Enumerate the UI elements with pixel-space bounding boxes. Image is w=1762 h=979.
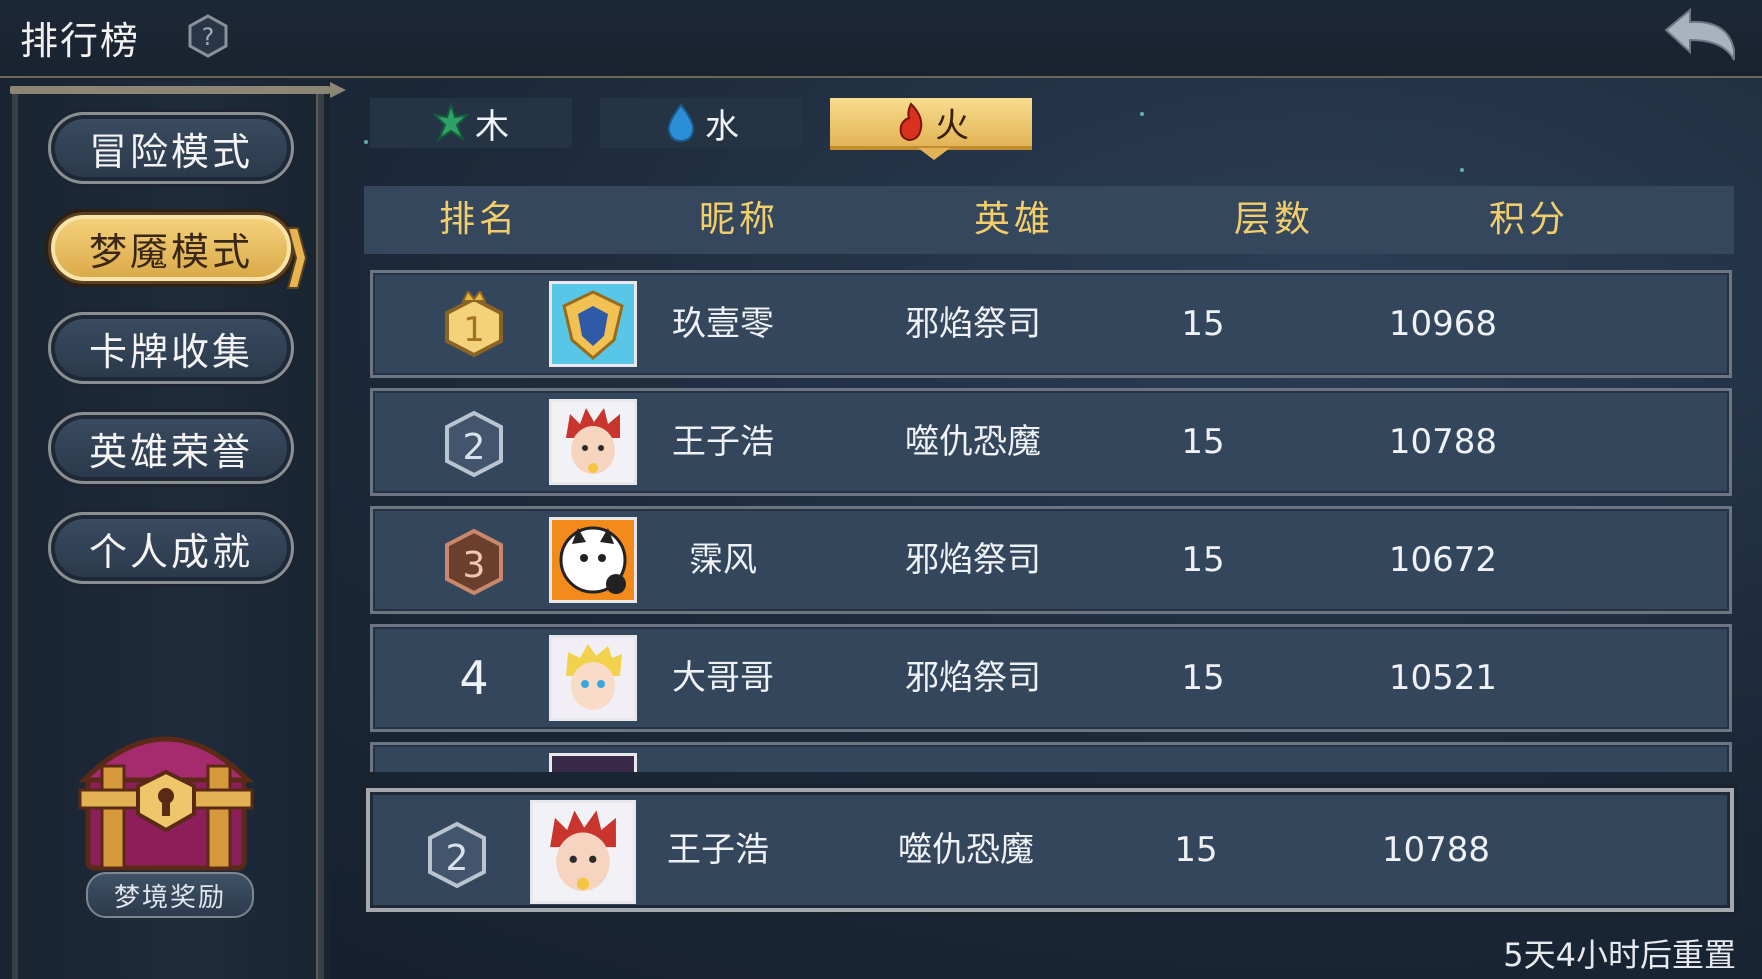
- tab-water[interactable]: 水: [600, 98, 802, 148]
- sidebar-item-adventure-mode[interactable]: 冒险模式: [48, 112, 294, 184]
- row-floor: 15: [1181, 540, 1225, 580]
- leaderboard-list[interactable]: 1 玖壹零 邪焰祭司 15 10968 2 王子浩 噬仇恐魔 15 10788 …: [364, 268, 1738, 772]
- row-hero: 邪焰祭司: [905, 304, 1041, 344]
- table-row[interactable]: 3 霂风 邪焰祭司 15 10672: [370, 506, 1732, 614]
- reset-countdown: 5天4小时后重置: [1503, 936, 1736, 974]
- row-nickname: 玖壹零: [672, 304, 774, 344]
- svg-text:?: ?: [202, 23, 215, 51]
- svg-text:3: 3: [463, 545, 486, 586]
- header-hero: 英雄: [973, 199, 1054, 240]
- row-score: 10968: [1388, 304, 1498, 344]
- header-score: 积分: [1488, 199, 1569, 240]
- my-rank-row[interactable]: 2 王子浩 噬仇恐魔 15 10788: [366, 788, 1734, 912]
- back-arrow-icon[interactable]: [1662, 6, 1740, 64]
- top-bar: 排行榜 ?: [0, 0, 1762, 78]
- svg-text:2: 2: [446, 838, 469, 879]
- sidebar-item-hero-honor[interactable]: 英雄荣誉: [48, 412, 294, 484]
- my-floor: 15: [1174, 830, 1218, 870]
- header-floor: 层数: [1233, 199, 1314, 240]
- gold-medal-icon: 1: [445, 291, 503, 358]
- silver-medal-icon: 2: [428, 821, 486, 889]
- row-hero: 邪焰祭司: [905, 658, 1041, 698]
- sparkle: [364, 140, 368, 144]
- row-nickname: 王子浩: [672, 422, 774, 462]
- question-icon[interactable]: ?: [186, 14, 230, 58]
- dream-reward-button[interactable]: 梦境奖励: [86, 872, 254, 918]
- header-nickname: 昵称: [698, 199, 779, 240]
- fire-icon: [899, 102, 923, 142]
- avatar: [549, 281, 637, 367]
- active-tab-pointer: [918, 148, 950, 160]
- my-score: 10788: [1381, 830, 1491, 870]
- water-drop-icon: [667, 103, 695, 143]
- table-header: 排名 昵称 英雄 层数 积分: [364, 186, 1734, 254]
- tab-wood[interactable]: 木: [370, 98, 572, 148]
- avatar: [530, 800, 636, 904]
- header-rank: 排名: [438, 199, 519, 240]
- row-score: 10521: [1388, 658, 1498, 698]
- sparkle: [1140, 112, 1144, 116]
- sidebar-right-rail: [316, 94, 324, 979]
- silver-medal-icon: 2: [445, 410, 503, 478]
- sidebar-left-rail: [12, 94, 18, 979]
- svg-text:1: 1: [463, 310, 485, 350]
- row-nickname: 霂风: [689, 540, 757, 580]
- chevron-right-icon: [286, 227, 308, 289]
- row-nickname: 大哥哥: [672, 658, 774, 698]
- table-row[interactable]: 2 王子浩 噬仇恐魔 15 10788: [370, 388, 1732, 496]
- row-floor: 15: [1181, 658, 1225, 698]
- row-floor: 15: [1181, 304, 1225, 344]
- table-row[interactable]: 4 大哥哥 邪焰祭司 15 10521: [370, 624, 1732, 732]
- row-hero: 邪焰祭司: [905, 540, 1041, 580]
- row-floor: 15: [1181, 422, 1225, 462]
- page-title: 排行榜: [20, 19, 141, 63]
- sidebar-item-card-collection[interactable]: 卡牌收集: [48, 312, 294, 384]
- tab-fire-label: 火: [935, 105, 969, 146]
- leaf-icon: [433, 103, 469, 142]
- avatar: [549, 753, 637, 772]
- svg-text:2: 2: [463, 427, 486, 468]
- table-row-partial[interactable]: [370, 742, 1732, 772]
- tab-water-label: 水: [705, 106, 739, 147]
- tab-fire[interactable]: 火: [830, 98, 1032, 150]
- row-score: 10788: [1388, 422, 1498, 462]
- avatar: [549, 399, 637, 485]
- my-nickname: 王子浩: [667, 830, 769, 870]
- bronze-medal-icon: 3: [445, 528, 503, 596]
- sparkle: [1460, 168, 1464, 172]
- sidebar-top-rail: [10, 82, 346, 98]
- row-hero: 噬仇恐魔: [905, 422, 1041, 462]
- avatar: [549, 635, 637, 721]
- sidebar-item-nightmare-mode[interactable]: 梦魇模式: [48, 212, 294, 284]
- treasure-chest-icon[interactable]: [72, 706, 260, 876]
- tab-wood-label: 木: [475, 106, 509, 147]
- my-hero: 噬仇恐魔: [898, 830, 1034, 870]
- table-row[interactable]: 1 玖壹零 邪焰祭司 15 10968: [370, 270, 1732, 378]
- avatar: [549, 517, 637, 603]
- row-rank: 4: [459, 651, 489, 705]
- sidebar-item-achievements[interactable]: 个人成就: [48, 512, 294, 584]
- row-score: 10672: [1388, 540, 1498, 580]
